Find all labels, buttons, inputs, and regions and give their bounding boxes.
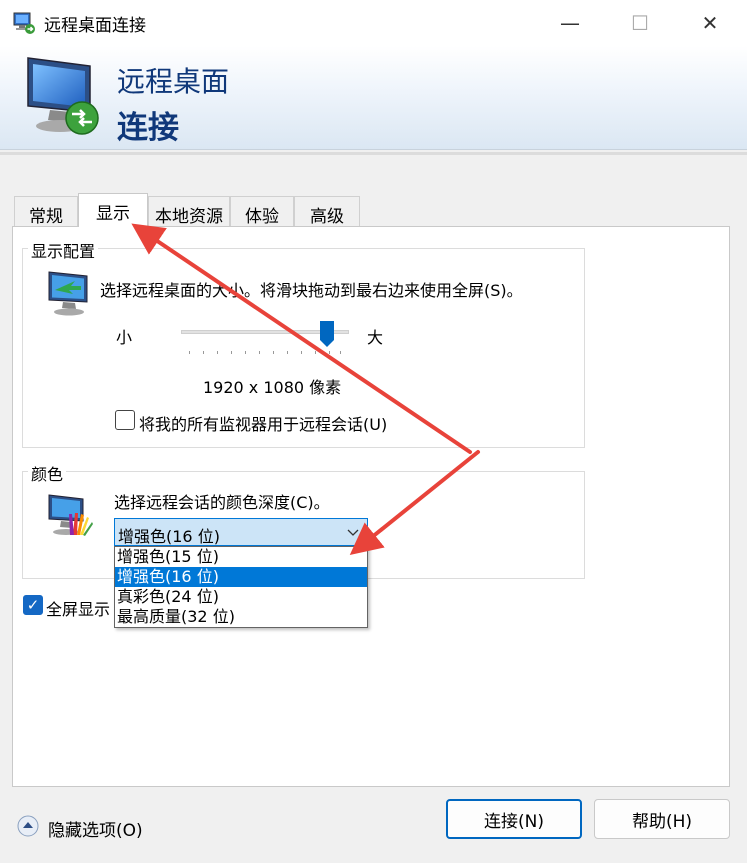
slider-tick: [287, 351, 288, 354]
display-monitor-icon: [48, 271, 88, 316]
slider-max-label: 大: [367, 328, 384, 347]
check-icon: ✓: [26, 596, 40, 614]
chevron-down-icon: [347, 529, 359, 536]
fullscreen-connection-bar-label: 全屏显示: [46, 600, 111, 619]
slider-min-label: 小: [116, 328, 133, 347]
collapse-options-icon[interactable]: [17, 815, 39, 837]
color-depth-option-32[interactable]: 最高质量(32 位): [115, 607, 367, 627]
remote-desktop-icon: [13, 12, 35, 34]
slider-tick: [259, 351, 260, 354]
color-depth-option-15[interactable]: 增强色(15 位): [115, 547, 367, 567]
tab-label: 高级: [310, 207, 344, 227]
hide-options-link[interactable]: 隐藏选项(O): [48, 816, 143, 841]
monitor-connection-icon: [27, 57, 99, 135]
color-depth-option-24[interactable]: 真彩色(24 位): [115, 587, 367, 607]
color-depth-dropdown-list: 增强色(15 位) 增强色(16 位) 真彩色(24 位) 最高质量(32 位): [114, 546, 368, 628]
tab-label: 显示: [96, 204, 130, 224]
display-size-slider-thumb[interactable]: [319, 320, 335, 348]
tab-label: 体验: [245, 207, 279, 227]
slider-tick: [315, 351, 316, 354]
slider-tick: [189, 351, 190, 354]
header-separator: [0, 152, 747, 155]
display-size-description: 选择远程桌面的大小。将滑块拖动到最右边来使用全屏(S)。: [100, 281, 523, 300]
display-config-title: 显示配置: [28, 238, 99, 262]
maximize-button[interactable]: ☐: [610, 0, 670, 46]
connect-button-label: 连接(N): [484, 811, 544, 832]
header-banner: 远程桌面 连接: [0, 46, 747, 150]
help-button-label: 帮助(H): [631, 811, 693, 832]
color-depth-option-16[interactable]: 增强色(16 位): [115, 567, 367, 587]
banner-subtitle: 连接: [117, 110, 179, 146]
slider-tick: [231, 351, 232, 354]
slider-tick: [340, 351, 341, 354]
help-button[interactable]: 帮助(H): [594, 799, 730, 839]
tab-advanced[interactable]: 高级: [294, 196, 360, 227]
color-depth-description: 选择远程会话的颜色深度(C)。: [114, 493, 330, 512]
slider-tick: [301, 351, 302, 354]
color-depth-select[interactable]: 增强色(16 位): [114, 518, 368, 546]
color-depth-selected-value: 增强色(16 位): [118, 527, 220, 546]
maximize-icon: ☐: [631, 11, 649, 35]
slider-tick: [245, 351, 246, 354]
color-palette-icon: [48, 494, 93, 536]
tab-label: 本地资源: [155, 207, 223, 227]
banner-title: 远程桌面: [117, 65, 230, 98]
close-icon: ✕: [701, 11, 719, 35]
window-title: 远程桌面连接: [44, 16, 146, 36]
slider-tick: [203, 351, 204, 354]
slider-tick: [273, 351, 274, 354]
minimize-icon: —: [560, 11, 580, 35]
multi-monitor-label: 将我的所有监视器用于远程会话(U): [139, 415, 388, 434]
minimize-button[interactable]: —: [540, 0, 600, 46]
tab-label: 常规: [29, 207, 63, 227]
resolution-label: 1920 x 1080 像素: [203, 378, 342, 397]
connect-button[interactable]: 连接(N): [446, 799, 582, 839]
multi-monitor-checkbox[interactable]: [115, 410, 135, 430]
slider-tick: [329, 351, 330, 354]
title-bar: 远程桌面连接 — ☐ ✕: [0, 0, 747, 46]
slider-tick: [217, 351, 218, 354]
fullscreen-connection-bar-checkbox[interactable]: ✓: [23, 595, 43, 615]
tab-display[interactable]: 显示: [78, 193, 148, 227]
close-button[interactable]: ✕: [680, 0, 740, 46]
tab-experience[interactable]: 体验: [230, 196, 294, 227]
colors-title: 颜色: [28, 461, 67, 485]
tab-general[interactable]: 常规: [14, 196, 78, 227]
tab-local-resources[interactable]: 本地资源: [148, 196, 230, 227]
